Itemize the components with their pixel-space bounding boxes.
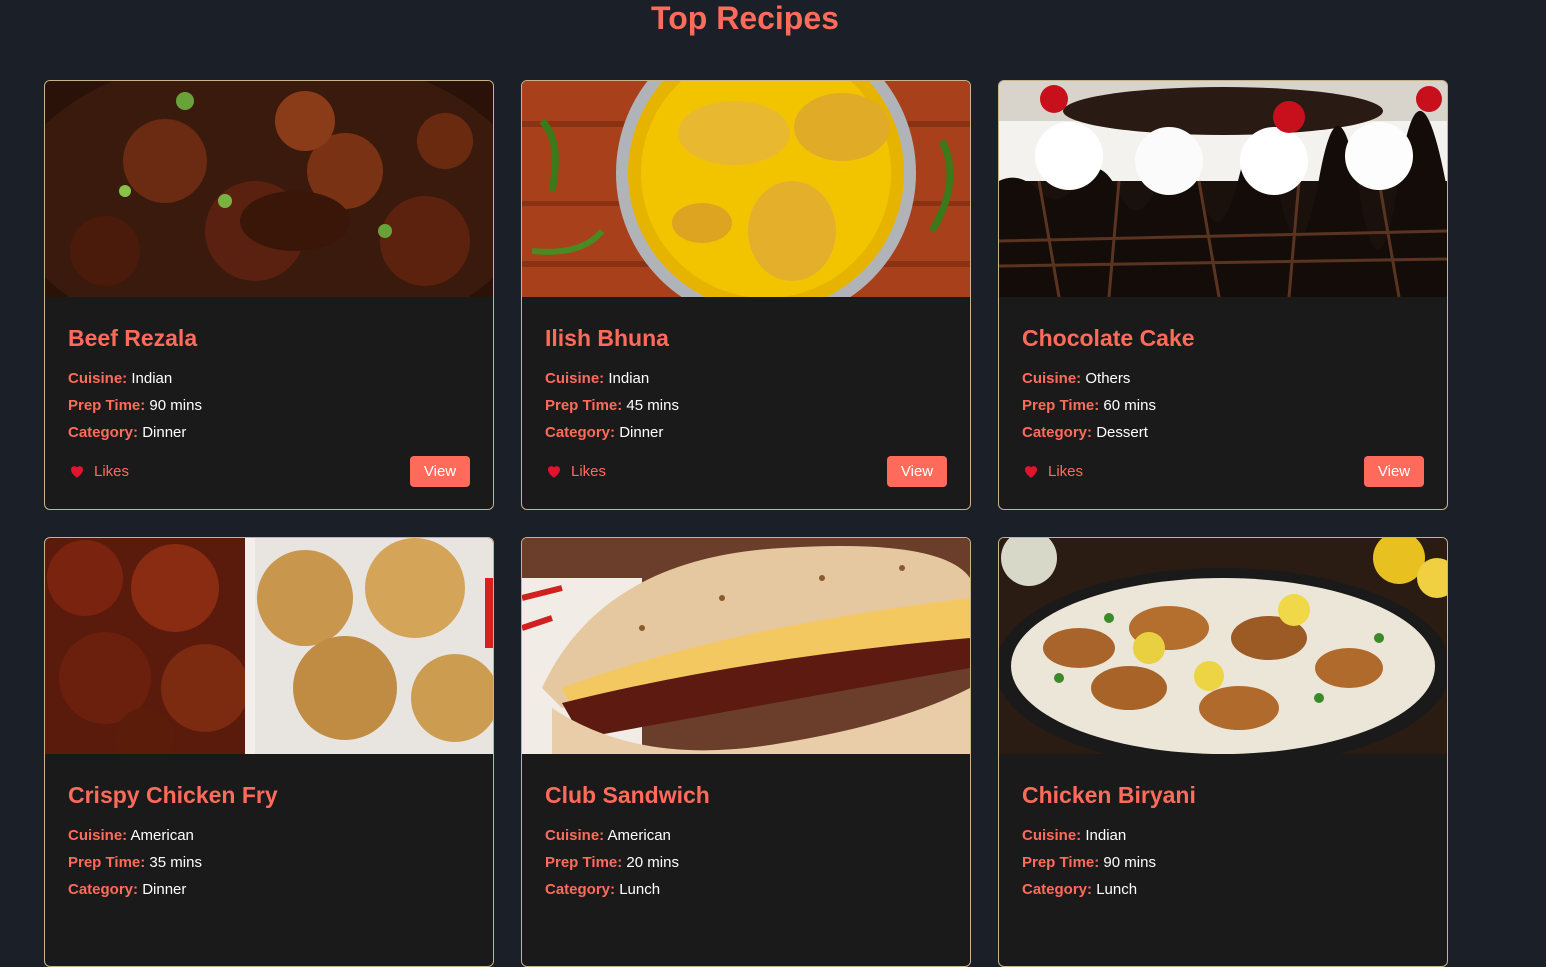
cuisine-label: Cuisine: [545,827,605,844]
recipe-title: Crispy Chicken Fry [68,782,278,808]
card-footer: Likes View [1022,455,1424,487]
cuisine-row: Cuisine: Others [1022,365,1424,392]
prep-time-row: Prep Time: 45 mins [545,392,947,419]
prep-time-row: Prep Time: 90 mins [68,392,470,419]
recipe-card: Chocolate Cake Cuisine: Others Prep Time… [998,80,1448,510]
category-label: Category: [545,424,616,441]
prep-time-value: 35 mins [149,854,202,871]
prep-time-value: 90 mins [149,397,202,414]
prep-time-row: Prep Time: 90 mins [1022,849,1424,876]
cuisine-row: Cuisine: American [545,822,947,849]
cuisine-row: Cuisine: Indian [68,365,470,392]
category-row: Category: Dinner [545,419,947,446]
recipe-image-fried-chicken [45,538,493,754]
prep-time-label: Prep Time: [68,854,146,871]
prep-time-label: Prep Time: [545,397,623,414]
prep-time-row: Prep Time: 35 mins [68,849,470,876]
cuisine-label: Cuisine: [68,370,128,387]
view-button[interactable]: View [1364,455,1424,487]
recipe-title: Beef Rezala [68,325,198,351]
likes-label: Likes [571,462,607,480]
prep-time-label: Prep Time: [68,397,146,414]
recipe-card: Crispy Chicken Fry Cuisine: American Pre… [44,537,494,967]
prep-time-label: Prep Time: [1022,854,1100,871]
prep-time-value: 60 mins [1103,397,1156,414]
cuisine-value: Indian [1085,827,1127,844]
page-title: Top Recipes [651,0,839,36]
category-value: Dessert [1096,424,1148,441]
category-label: Category: [68,424,139,441]
prep-time-row: Prep Time: 20 mins [545,849,947,876]
recipe-image-wrap-sandwich [522,538,970,754]
recipe-image-beef-curry [45,81,493,297]
likes-label: Likes [94,462,130,480]
recipe-image-cake [999,81,1447,297]
cuisine-value: Others [1085,370,1131,387]
cuisine-value: Indian [131,370,173,387]
heart-icon [1025,466,1037,478]
likes-label: Likes [1048,462,1084,480]
recipe-image-fish-curry [522,81,970,297]
prep-time-label: Prep Time: [545,854,623,871]
prep-time-row: Prep Time: 60 mins [1022,392,1424,419]
recipe-card: Club Sandwich Cuisine: American Prep Tim… [521,537,971,967]
category-label: Category: [1022,424,1093,441]
recipe-title: Ilish Bhuna [545,325,669,351]
cuisine-value: American [607,827,671,844]
prep-time-value: 20 mins [626,854,679,871]
category-label: Category: [68,881,139,898]
cuisine-label: Cuisine: [545,370,605,387]
category-value: Dinner [142,881,187,898]
cuisine-label: Cuisine: [1022,370,1082,387]
recipe-title: Chocolate Cake [1022,325,1195,351]
likes-button[interactable]: Likes [1022,462,1083,480]
cuisine-row: Cuisine: American [68,822,470,849]
category-value: Dinner [619,424,664,441]
prep-time-value: 45 mins [626,397,679,414]
category-label: Category: [1022,881,1093,898]
category-row: Category: Dessert [1022,419,1424,446]
category-row: Category: Dinner [68,419,470,446]
category-label: Category: [545,881,616,898]
recipe-image-biryani [999,538,1447,754]
cuisine-value: Indian [608,370,650,387]
view-button[interactable]: View [887,455,947,487]
card-footer: Likes View [545,455,947,487]
card-footer: Likes View [68,455,470,487]
prep-time-label: Prep Time: [1022,397,1100,414]
cuisine-row: Cuisine: Indian [545,365,947,392]
category-value: Dinner [142,424,187,441]
recipe-card: Ilish Bhuna Cuisine: Indian Prep Time: 4… [521,80,971,510]
recipe-title: Chicken Biryani [1022,782,1196,808]
recipe-card: Chicken Biryani Cuisine: Indian Prep Tim… [998,537,1448,967]
cuisine-label: Cuisine: [68,827,128,844]
view-button[interactable]: View [410,455,470,487]
prep-time-value: 90 mins [1103,854,1156,871]
cuisine-value: American [130,827,194,844]
heart-icon [71,466,83,478]
heart-icon [548,466,560,478]
recipe-card: Beef Rezala Cuisine: Indian Prep Time: 9… [44,80,494,510]
category-value: Lunch [619,881,661,898]
category-value: Lunch [1096,881,1138,898]
cuisine-label: Cuisine: [1022,827,1082,844]
recipe-grid: Beef Rezala Cuisine: Indian Prep Time: 9… [44,80,1448,967]
likes-button[interactable]: Likes [545,462,606,480]
likes-button[interactable]: Likes [68,462,129,480]
recipe-title: Club Sandwich [545,782,710,808]
cuisine-row: Cuisine: Indian [1022,822,1424,849]
